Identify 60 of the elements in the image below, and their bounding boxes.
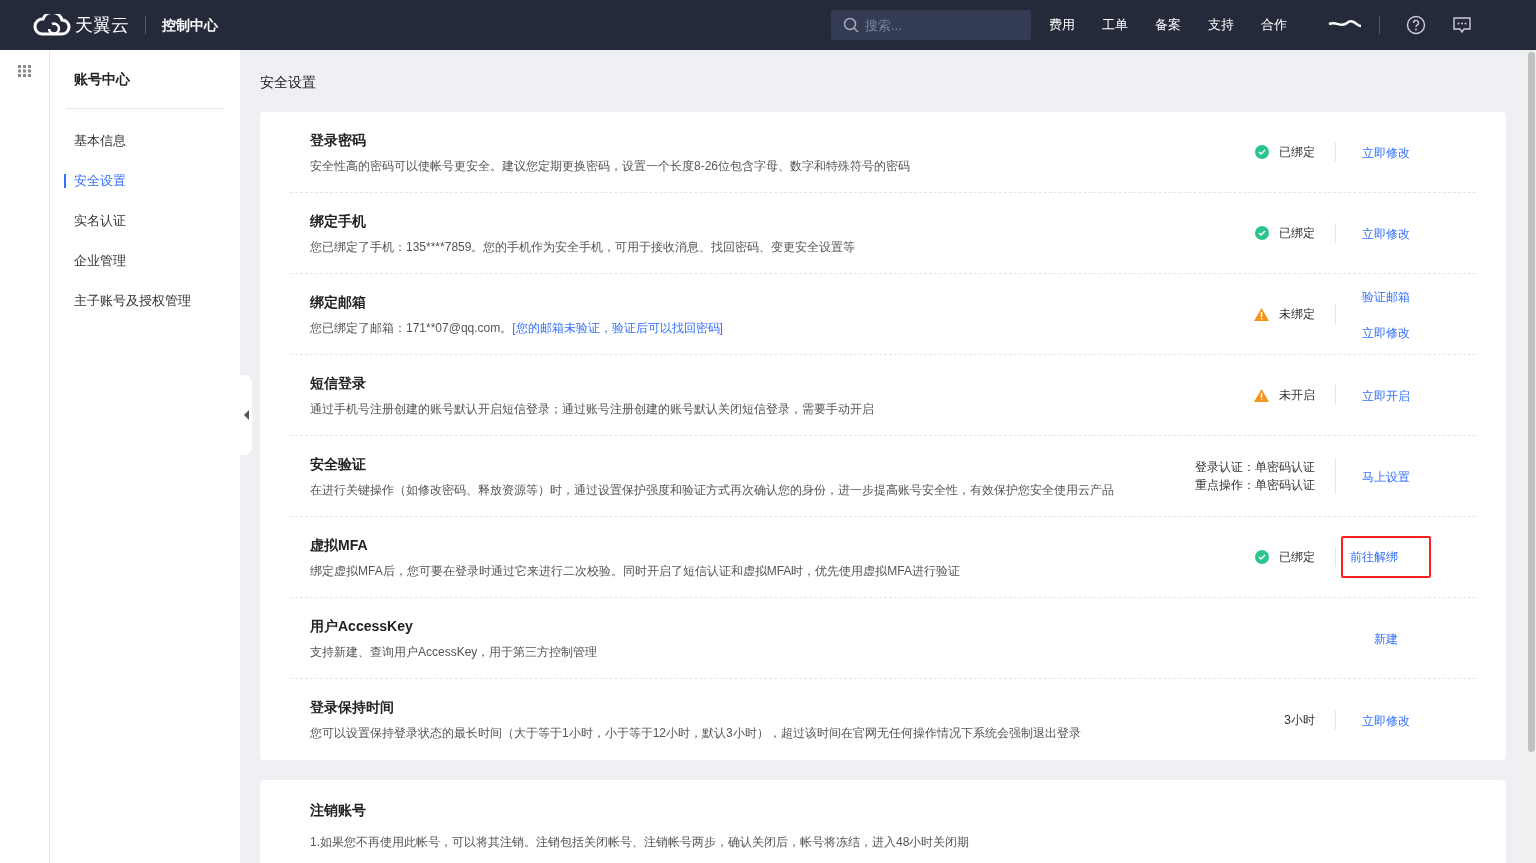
- action-link[interactable]: 前往解绑: [1350, 548, 1398, 566]
- scrollbar-thumb[interactable]: [1527, 52, 1535, 752]
- search-icon: [843, 17, 859, 33]
- action-link[interactable]: 立即修改: [1362, 713, 1410, 728]
- setting-description: 安全性高的密码可以使帐号更安全。建议您定期更换密码，设置一个长度8-26位包含字母、数字和特殊符号的密码: [310, 157, 912, 175]
- redaction-scribble-icon: [1327, 20, 1363, 30]
- nav-link[interactable]: 合作: [1261, 15, 1287, 35]
- console-title[interactable]: 控制中心: [162, 14, 218, 36]
- status-text: 已绑定: [1279, 225, 1315, 242]
- action-link[interactable]: 立即修改: [1362, 146, 1410, 160]
- setting-description: 绑定虚拟MFA后，您可要在登录时通过它来进行二次校验。同时开启了短信认证和虚拟MFA时，优先使用虚拟MFA进行验证: [310, 562, 961, 580]
- sidebar-item[interactable]: 主子账号及授权管理: [74, 291, 191, 311]
- action-link[interactable]: 立即修改: [1362, 326, 1410, 340]
- status-text: 已绑定: [1279, 144, 1315, 161]
- help-icon[interactable]: [1406, 15, 1426, 35]
- collapse-handle[interactable]: [240, 375, 252, 455]
- sidebar-item[interactable]: 企业管理: [74, 251, 126, 271]
- setting-title: 短信登录: [310, 373, 367, 393]
- section-description: 1.如果您不再使用此帐号，可以将其注销。注销包括关闭帐号、注销帐号两步，确认关闭后，帐号将冻结，进入48小时关闭期: [310, 834, 971, 851]
- setting-title: 虚拟MFA: [310, 535, 369, 555]
- section-title: 注销账号: [310, 801, 367, 820]
- action-link[interactable]: 验证邮箱: [1362, 290, 1410, 304]
- setting-title: 安全验证: [310, 454, 367, 474]
- sidebar-title: 账号中心: [74, 69, 130, 89]
- grid-menu-icon[interactable]: [18, 65, 31, 77]
- sidebar-item[interactable]: 安全设置: [74, 171, 126, 191]
- status-text: 重点操作：单密码认证: [1195, 477, 1315, 494]
- nav-link[interactable]: 费用: [1049, 15, 1075, 35]
- action-link[interactable]: 立即修改: [1362, 227, 1410, 241]
- setting-title: 绑定手机: [310, 211, 367, 231]
- setting-title: 用户AccessKey: [310, 616, 414, 636]
- page-title: 安全设置: [260, 73, 317, 92]
- nav-link[interactable]: 备案: [1155, 15, 1181, 35]
- setting-description: 通过手机号注册创建的账号默认开启短信登录；通过账号注册创建的账号默认关闭短信登录，需要手动开启: [310, 400, 875, 418]
- cloud-logo-icon: [33, 14, 71, 36]
- setting-title: 登录密码: [310, 130, 367, 150]
- setting-title: 登录保持时间: [310, 698, 395, 717]
- action-link[interactable]: 立即开启: [1362, 389, 1410, 403]
- search-field[interactable]: 搜索...: [831, 10, 1031, 40]
- brand-name: 天翼云: [75, 13, 129, 37]
- action-link[interactable]: 马上设置: [1362, 470, 1410, 484]
- setting-description: 您已绑定了邮箱：171**07@qq.com。[您的邮箱未验证，验证后可以找回密码]: [310, 319, 724, 337]
- status-text: 未开启: [1279, 387, 1315, 404]
- setting-description: 在进行关键操作（如修改密码、释放资源等）时，通过设置保护强度和验证方式再次确认您的身份，进一步提高账号安全性，有效保护您安全使用云产品: [310, 481, 1115, 499]
- status-text: 未绑定: [1279, 306, 1315, 323]
- status-text: 登录认证：单密码认证: [1195, 459, 1315, 476]
- status-text: 已绑定: [1279, 549, 1315, 566]
- action-link[interactable]: 新建: [1374, 632, 1398, 646]
- sidebar-item[interactable]: 实名认证: [74, 211, 126, 231]
- setting-description: 支持新建、查询用户AccessKey，用于第三方控制管理: [310, 643, 599, 661]
- caret-icon: [243, 410, 249, 420]
- setting-title: 绑定邮箱: [310, 292, 367, 312]
- setting-description: 您可以设置保持登录状态的最长时间（大于等于1小时，小于等于12小时，默认3小时），超过该时间在官网无任何操作情况下系统会强制退出登录: [310, 725, 1082, 742]
- nav-link[interactable]: 工单: [1102, 15, 1128, 35]
- message-icon[interactable]: [1452, 16, 1472, 34]
- setting-description: 您已绑定了手机：135****7859。您的手机作为安全手机，可用于接收消息、找回密码、变更安全设置等: [310, 238, 857, 256]
- status-text: 3小时: [1284, 711, 1315, 729]
- verify-email-link[interactable]: [您的邮箱未验证，验证后可以找回密码]: [512, 320, 723, 335]
- sidebar-item[interactable]: 基本信息: [74, 131, 126, 151]
- nav-link[interactable]: 支持: [1208, 15, 1234, 35]
